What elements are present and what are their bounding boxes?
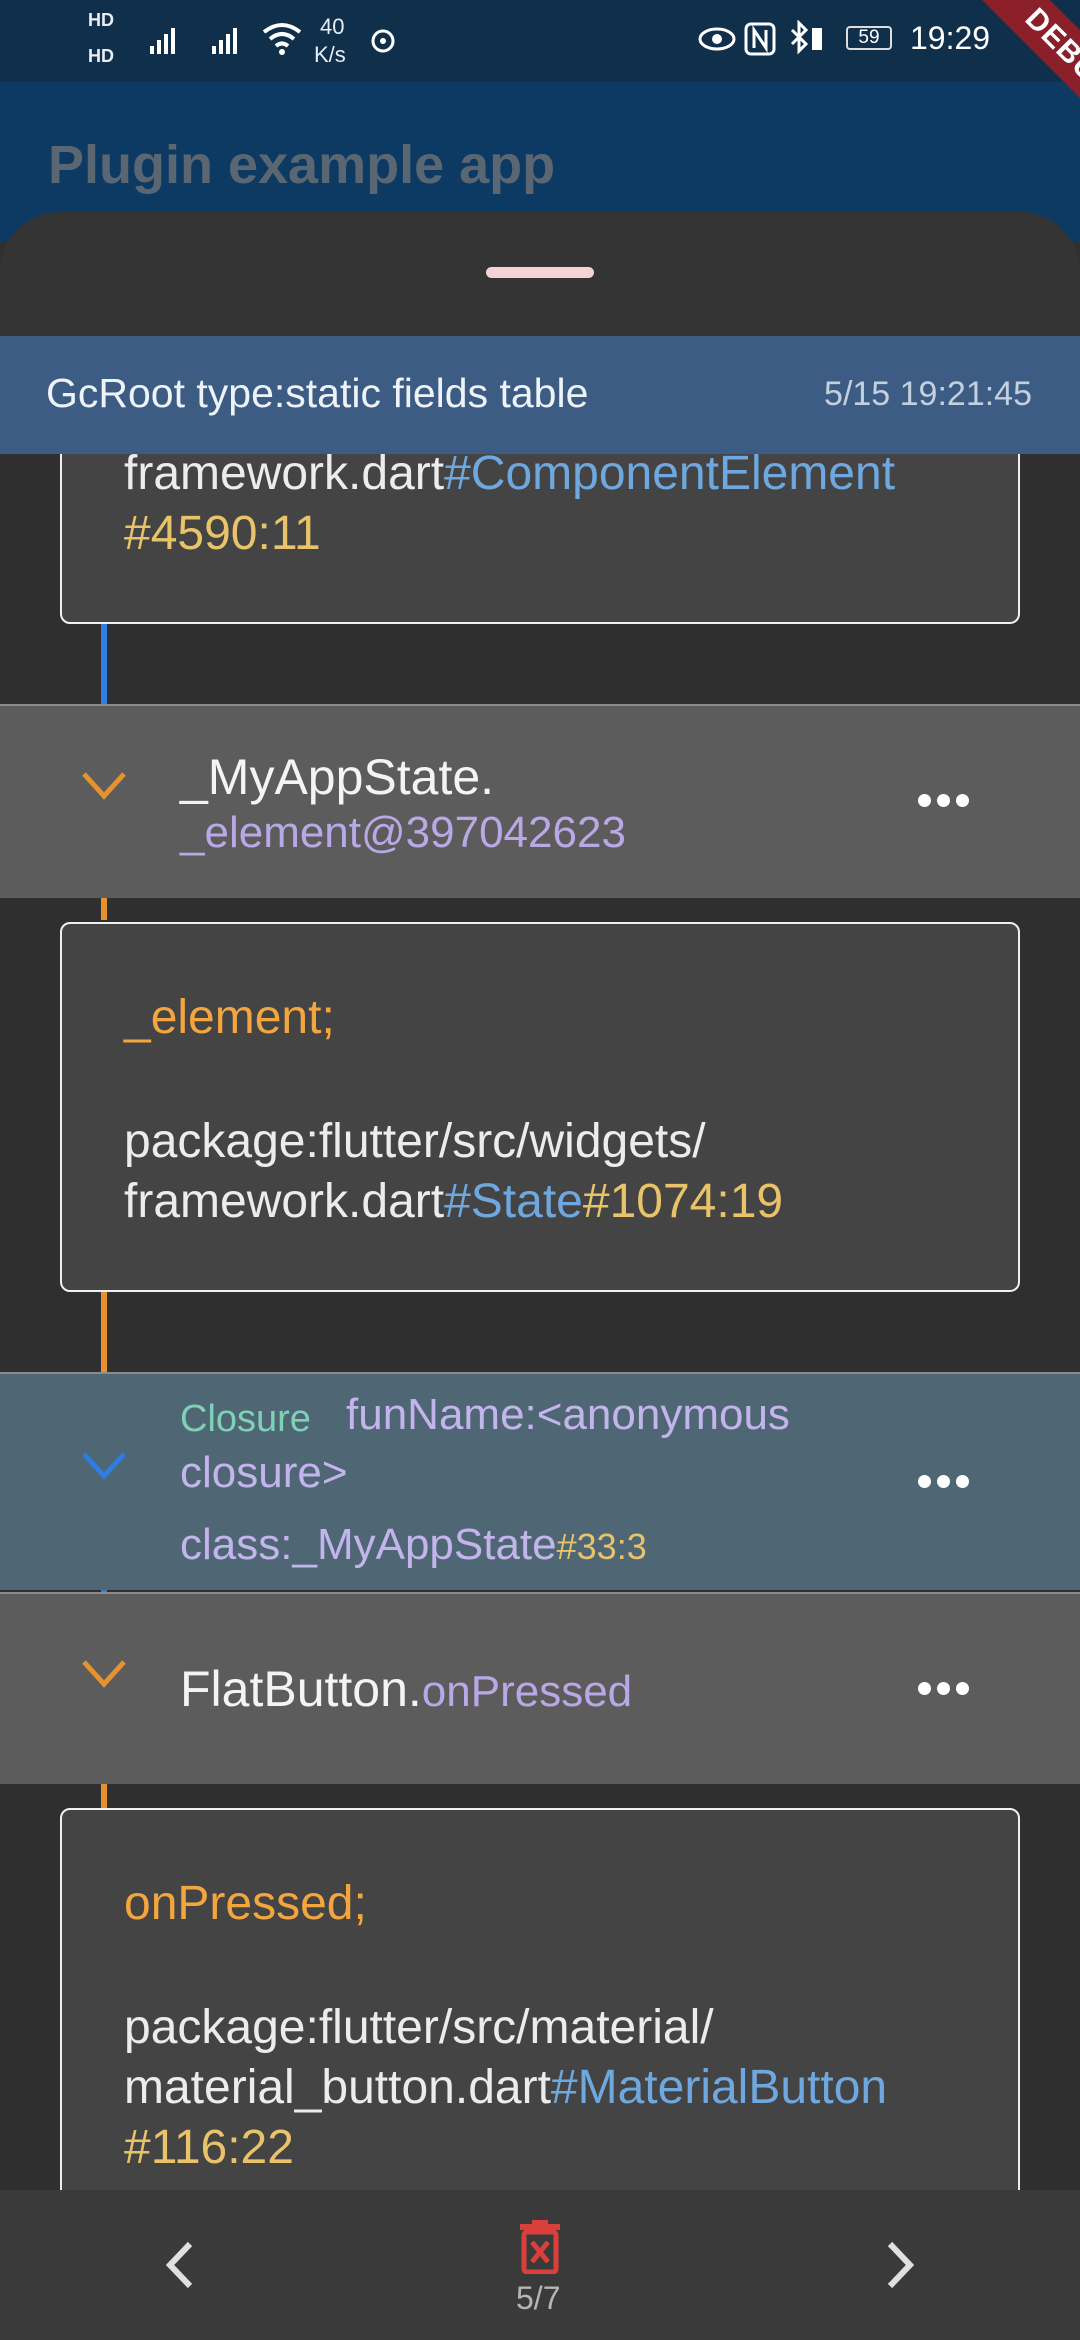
trash-icon: [520, 2220, 560, 2274]
app-title: Plugin example app: [48, 135, 556, 195]
bluetooth-icon: [790, 20, 822, 55]
gcroot-title: GcRoot type:static fields table: [46, 370, 589, 416]
chevron-down-icon: [82, 772, 126, 800]
chevron-right-icon: [887, 2241, 915, 2289]
gcroot-time: 5/15 19:21:45: [824, 375, 1032, 413]
field-declaration: _element;: [124, 991, 335, 1044]
closure-funname-cont: closure>: [180, 1448, 348, 1497]
page-indicator: 5/7: [516, 2280, 561, 2316]
speed-unit: K/s: [314, 42, 346, 67]
row-class-name: _MyAppState.: [180, 749, 495, 805]
nfc-icon: [744, 22, 776, 56]
chevron-down-icon: [82, 1660, 126, 1688]
chevron-left-icon: [165, 2241, 193, 2289]
timeline-segment: [101, 624, 107, 704]
source-line: #116:22: [124, 2121, 294, 2174]
source-location: material_button.dart#MaterialButton: [124, 2061, 888, 2114]
source-path: package:flutter/src/material/: [124, 2001, 714, 2054]
chevron-down-icon: [82, 1452, 126, 1480]
status-bar: HD HD 40 K/s 59 19:29: [0, 0, 1080, 82]
wifi-icon: [262, 23, 302, 55]
source-card-3: onPressed; package:flutter/src/material/…: [60, 1808, 1020, 2228]
more-options-button[interactable]: [918, 1475, 970, 1489]
drag-handle[interactable]: [486, 267, 594, 278]
divider: [0, 1592, 1080, 1594]
more-options-button[interactable]: [918, 794, 970, 808]
field-declaration: onPressed;: [124, 1877, 367, 1930]
signal-icon: [150, 28, 237, 54]
network-indicator-2: HD: [88, 46, 114, 66]
battery-icon: 59: [846, 26, 892, 50]
source-card-2: _element; package:flutter/src/widgets/ f…: [60, 922, 1020, 1292]
prev-button[interactable]: [160, 2240, 200, 2290]
clock: 19:29: [910, 20, 991, 56]
timeline-segment: [101, 1292, 107, 1372]
closure-class: class:_MyAppState#33:3: [180, 1520, 647, 1569]
network-indicator: HD: [88, 10, 114, 30]
source-location: framework.dart#State#1074:19: [124, 1175, 784, 1228]
divider: [0, 704, 1080, 706]
source-line: #4590:11: [124, 507, 321, 560]
divider: [0, 1372, 1080, 1374]
delete-button[interactable]: [516, 2220, 564, 2274]
next-button[interactable]: [880, 2240, 920, 2290]
row-field-name: _element@397042623: [180, 808, 626, 857]
speed-value: 40: [320, 14, 345, 39]
source-path: package:flutter/src/widgets/: [124, 1115, 706, 1168]
more-options-button[interactable]: [918, 1682, 970, 1696]
closure-tag: Closure: [180, 1398, 311, 1440]
eye-icon: [698, 27, 736, 51]
row-name: FlatButton.onPressed: [180, 1661, 633, 1717]
closure-funname: funName:<anonymous: [346, 1390, 790, 1439]
sync-icon: [371, 29, 395, 53]
